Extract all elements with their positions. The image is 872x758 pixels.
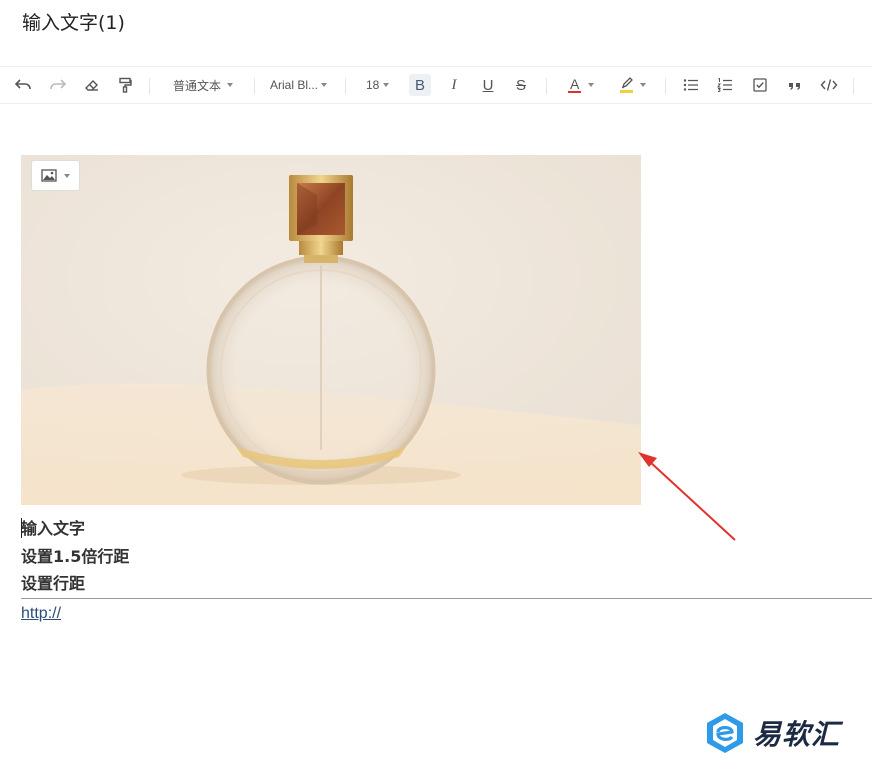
quote-icon — [789, 83, 800, 90]
toolbar-divider — [254, 78, 255, 94]
highlight-color-button[interactable] — [614, 67, 652, 103]
highlighter-icon — [620, 76, 634, 94]
chevron-down-icon — [64, 173, 70, 178]
font-size-label: 18 — [366, 78, 380, 92]
clear-format-button[interactable] — [81, 67, 103, 103]
italic-button[interactable]: I — [444, 67, 464, 103]
text-cursor — [21, 518, 22, 538]
document-body[interactable]: 输入文字 设置1.5倍行距 设置行距 — [21, 515, 129, 598]
font-family-label: Arial Bl... — [270, 78, 319, 92]
font-size-select[interactable]: 18 — [366, 67, 390, 103]
toolbar-divider — [546, 78, 547, 94]
undo-icon — [14, 79, 31, 90]
chevron-down-icon — [383, 83, 390, 87]
watermark-text: 易软汇 — [753, 718, 841, 751]
editor-page: 输入文字(1) 普通文本 Arial Bl... 18 B I U S A 输入… — [0, 0, 872, 758]
format-painter-button[interactable] — [114, 67, 136, 103]
numbered-list-button[interactable] — [715, 67, 735, 103]
bold-button[interactable]: B — [409, 74, 431, 96]
watermark-logo-icon — [707, 713, 743, 753]
text-line[interactable]: 设置1.5倍行距 — [21, 543, 129, 571]
blockquote-button[interactable] — [785, 67, 805, 103]
italic-label: I — [451, 76, 457, 93]
text-line[interactable]: 输入文字 — [21, 515, 129, 543]
font-color-icon: A — [568, 76, 582, 94]
checkbox-icon — [753, 78, 767, 92]
paragraph-style-select[interactable]: 普通文本 — [173, 67, 234, 103]
format-painter-icon — [119, 77, 132, 93]
undo-button[interactable] — [12, 67, 34, 103]
toolbar-divider — [149, 78, 150, 94]
bulleted-list-button[interactable] — [681, 67, 701, 103]
code-button[interactable] — [818, 67, 840, 103]
hyperlink[interactable]: http:// — [21, 605, 61, 623]
underline-button[interactable]: U — [478, 67, 498, 103]
chevron-down-icon — [640, 83, 646, 87]
strikethrough-label: S — [515, 76, 526, 94]
redo-icon — [50, 79, 67, 90]
toolbar-divider — [853, 78, 854, 94]
image-icon — [41, 169, 57, 182]
toolbar-divider — [345, 78, 346, 94]
underline-label: U — [482, 76, 494, 94]
task-list-button[interactable] — [750, 67, 770, 103]
chevron-down-icon — [227, 83, 234, 87]
numbered-list-icon — [717, 78, 732, 92]
paragraph-style-label: 普通文本 — [173, 78, 222, 93]
strikethrough-button[interactable]: S — [511, 67, 531, 103]
toolbar-divider — [665, 78, 666, 94]
image-options-button[interactable] — [31, 160, 80, 191]
font-color-swatch — [568, 91, 581, 93]
chevron-down-icon — [588, 83, 594, 87]
eraser-icon — [85, 80, 98, 91]
highlight-color-swatch — [620, 90, 633, 93]
font-color-button[interactable]: A — [562, 67, 600, 103]
code-icon — [820, 79, 838, 91]
document-title[interactable]: 输入文字(1) — [22, 8, 125, 35]
font-color-label: A — [570, 76, 580, 92]
bulleted-list-icon — [683, 79, 698, 91]
text-line[interactable]: 设置行距 — [21, 570, 129, 598]
watermark: 易软汇 — [705, 712, 840, 754]
perfume-bottle-photo — [21, 155, 641, 505]
horizontal-rule — [21, 598, 872, 599]
chevron-down-icon — [321, 83, 328, 87]
font-family-select[interactable]: Arial Bl... — [270, 67, 328, 103]
embedded-image[interactable] — [21, 155, 641, 505]
bold-label: B — [414, 76, 425, 94]
formatting-toolbar: 普通文本 Arial Bl... 18 B I U S A — [0, 66, 872, 104]
redo-button[interactable] — [47, 67, 69, 103]
